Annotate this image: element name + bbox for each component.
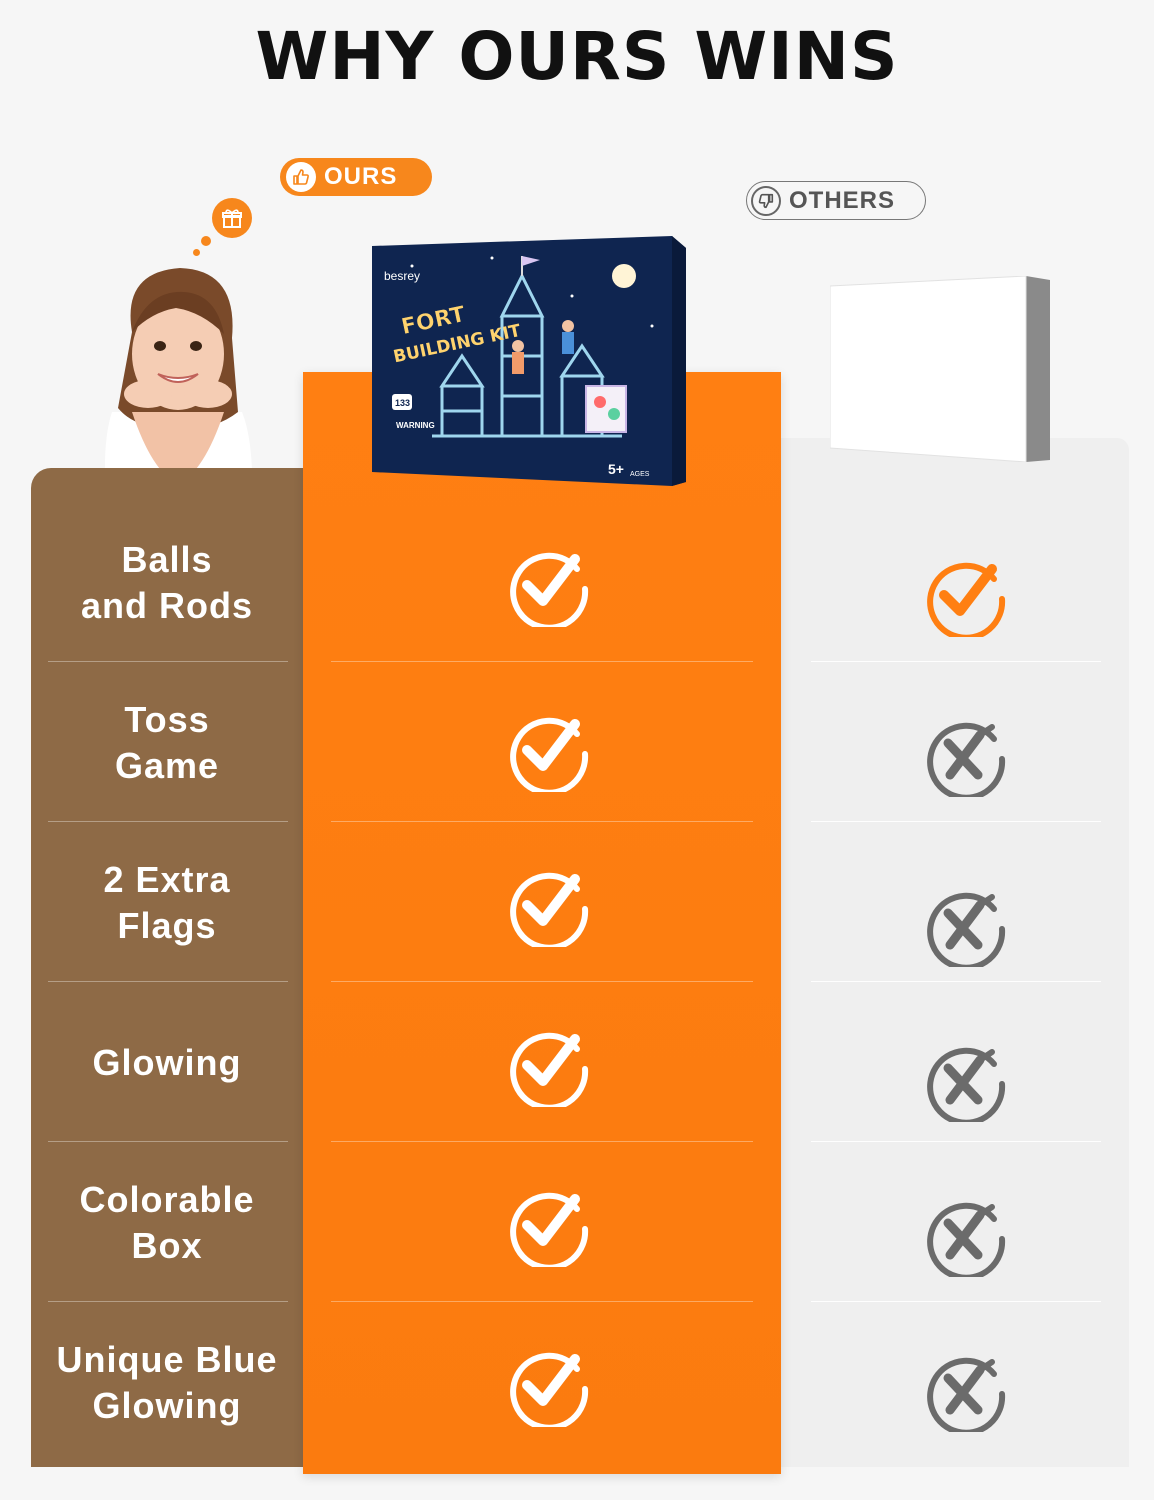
feature-label: 2 Extra Flags [31,823,303,983]
product-brand: besrey [384,269,420,283]
others-cross-icon [927,1202,1006,1277]
gift-icon [212,198,252,238]
row-divider [48,981,288,982]
row-divider [331,981,753,982]
row-divider [48,661,288,662]
thumbs-up-icon [286,162,316,192]
product-box-image: besrey FORT BUILDING KIT 133 WARNING 5+ … [372,236,686,486]
ours-check-icon [510,552,589,627]
feature-label-text: Unique Blue Glowing [56,1339,278,1426]
row-divider [331,821,753,822]
row-divider [48,1141,288,1142]
row-divider [331,661,753,662]
ours-badge-label: OURS [324,163,398,190]
feature-label-text: Toss Game [114,699,220,786]
feature-label-text: Balls and Rods [80,539,253,626]
others-cross-icon [927,722,1006,797]
row-divider [331,1141,753,1142]
feature-label: Glowing [31,983,303,1143]
competitor-box-image [830,276,1050,462]
feature-label: Unique Blue Glowing [31,1303,303,1463]
others-cross-icon [927,1047,1006,1122]
others-badge: OTHERS [746,181,926,220]
feature-label: Colorable Box [31,1143,303,1303]
ours-check-icon [510,872,589,947]
others-badge-label: OTHERS [789,186,896,214]
thumbs-down-icon [751,185,781,216]
ours-check-icon [510,1352,589,1427]
product-age-unit: AGES [630,471,650,478]
ours-badge: OURS [280,158,432,196]
page-title: WHY OURS WINS [255,18,899,95]
others-cross-icon [927,1357,1006,1432]
ours-check-icon [510,1032,589,1107]
row-divider [811,1301,1101,1302]
row-divider [811,981,1101,982]
feature-label: Toss Game [31,663,303,823]
feature-label: Balls and Rods [31,503,303,663]
row-divider [48,1301,288,1302]
ours-check-icon [510,717,589,792]
product-warning: WARNING [396,421,435,430]
others-cross-icon [927,892,1006,967]
feature-label-text: 2 Extra Flags [103,859,231,946]
row-divider [48,821,288,822]
row-divider [811,1141,1101,1142]
product-age: 5+ [608,461,624,477]
feature-label-text: Colorable Box [79,1179,255,1266]
row-divider [331,1301,753,1302]
girl-illustration [104,268,253,502]
row-divider [811,661,1101,662]
product-pieces: 133 [395,398,410,408]
row-divider [811,821,1101,822]
feature-label-text: Glowing [92,1042,242,1083]
ours-check-icon [510,1192,589,1267]
others-check-icon [927,562,1006,637]
